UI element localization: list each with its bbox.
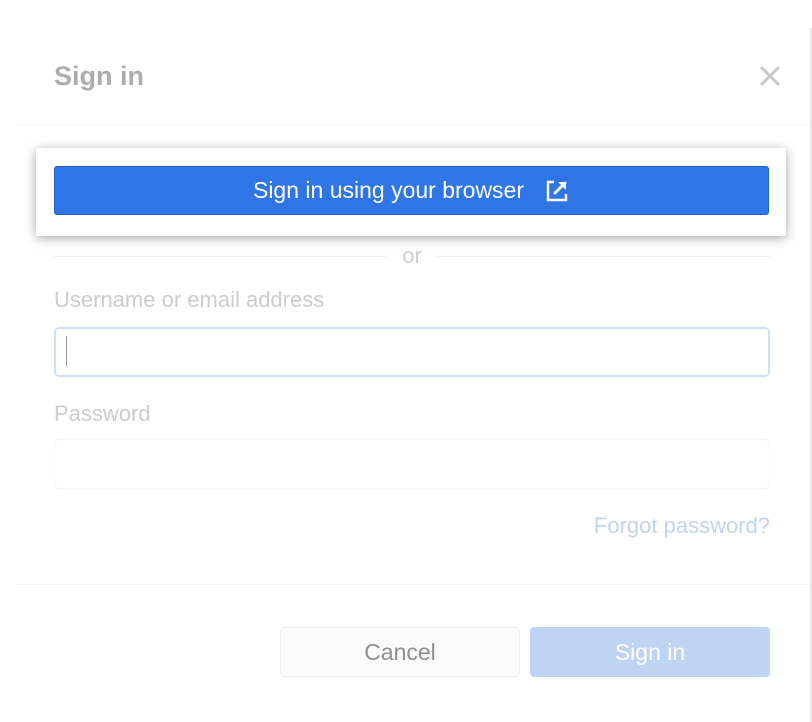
password-input[interactable] [54,439,770,489]
stage: Sign in or Username or email address Pas… [0,0,812,722]
browser-signin-label: Sign in using your browser [252,177,525,203]
footer-divider [16,584,810,585]
or-text: or [402,243,422,268]
password-label: Password [54,401,151,426]
dialog-title: Sign in [54,61,144,91]
forgot-password-link[interactable]: Forgot password? [594,512,770,540]
browser-signin-highlight: Sign in using your browser [36,148,786,236]
cancel-button[interactable]: Cancel [280,627,520,677]
signin-dialog: Sign in or Username or email address Pas… [16,0,810,722]
username-label: Username or email address [54,287,325,312]
header-divider [16,124,810,125]
text-caret [66,336,67,366]
username-input[interactable] [54,327,770,377]
cancel-button-label: Cancel [364,638,436,665]
signin-button[interactable]: Sign in [530,627,770,677]
browser-signin-button[interactable]: Sign in using your browser [54,166,769,215]
external-link-icon [546,180,568,201]
or-divider: or [54,242,770,270]
close-icon [760,66,780,86]
close-button[interactable] [754,60,786,92]
signin-button-label: Sign in [614,638,686,665]
